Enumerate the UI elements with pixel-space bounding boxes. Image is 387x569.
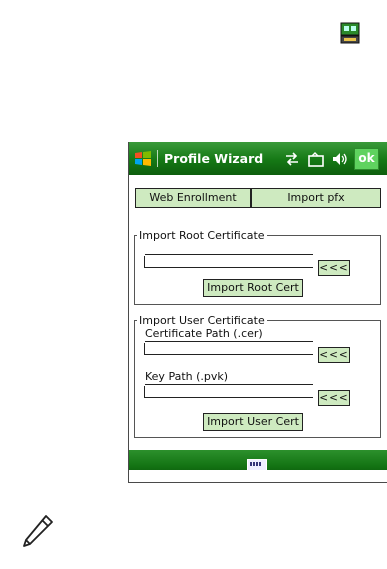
- bottom-menu-bar: [129, 450, 387, 476]
- pencil-note-icon: [23, 515, 53, 547]
- device-screen: Profile Wizard ok Web Enrollment Import …: [128, 142, 387, 483]
- speaker-icon[interactable]: [332, 152, 348, 166]
- bottom-strip: [129, 470, 387, 476]
- web-enrollment-button[interactable]: Web Enrollment: [135, 188, 251, 208]
- key-path-label: Key Path (.pvk): [145, 370, 229, 383]
- signal-icon[interactable]: [308, 151, 324, 167]
- import-pfx-button[interactable]: Import pfx: [251, 188, 381, 208]
- ok-button[interactable]: ok: [354, 148, 379, 170]
- import-root-cert-button[interactable]: Import Root Cert: [203, 279, 303, 297]
- wizard-content: Web Enrollment Import pfx Import Root Ce…: [129, 175, 387, 450]
- window-title: Profile Wizard: [164, 151, 264, 166]
- import-user-certificate-group: Import User Certificate Certificate Path…: [134, 314, 381, 438]
- title-bar: Profile Wizard ok: [129, 142, 387, 175]
- root-cert-browse-button[interactable]: <<<: [318, 260, 350, 276]
- certificate-path-field[interactable]: [144, 341, 313, 355]
- import-root-certificate-group: Import Root Certificate <<< Import Root …: [134, 229, 381, 305]
- root-cert-path-field[interactable]: [144, 254, 313, 268]
- status-icons: [284, 149, 348, 169]
- windows-flag-icon[interactable]: [134, 150, 152, 167]
- root-group-label: Import Root Certificate: [137, 229, 267, 242]
- network-status-icon: [340, 22, 360, 44]
- import-user-cert-button[interactable]: Import User Cert: [203, 413, 303, 431]
- title-separator: [157, 150, 158, 167]
- connectivity-arrows-icon[interactable]: [284, 152, 300, 166]
- user-group-label: Import User Certificate: [137, 314, 267, 327]
- key-path-field[interactable]: [144, 384, 313, 398]
- key-browse-button[interactable]: <<<: [318, 390, 350, 406]
- certificate-path-label: Certificate Path (.cer): [145, 327, 263, 340]
- certificate-browse-button[interactable]: <<<: [318, 347, 350, 363]
